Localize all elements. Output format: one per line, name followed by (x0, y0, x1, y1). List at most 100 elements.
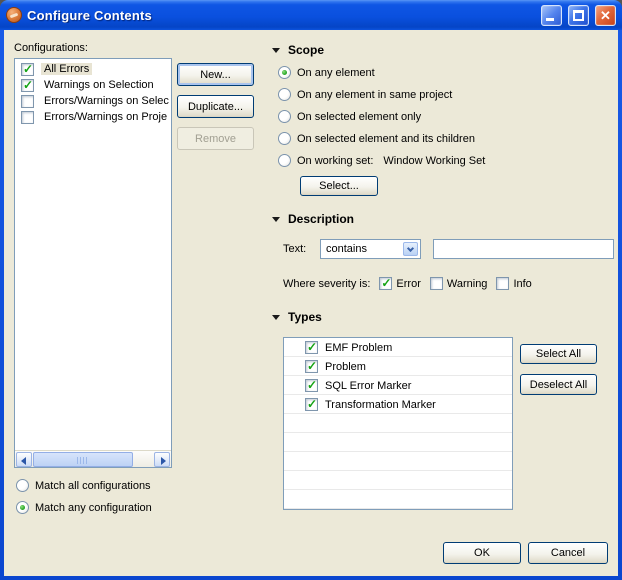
type-row[interactable]: Transformation Marker (284, 395, 512, 414)
match-any-label: Match any configuration (35, 501, 152, 514)
combo-value: contains (326, 243, 367, 255)
scope-option[interactable]: On selected element and its children (278, 131, 475, 146)
type-label: SQL Error Marker (325, 379, 412, 392)
configuration-row[interactable]: Errors/Warnings on Proje (15, 109, 171, 125)
severity-option-warning[interactable]: Warning (429, 276, 488, 291)
scroll-thumb[interactable] (33, 452, 133, 467)
scope-option-label: On selected element and its children (297, 132, 475, 145)
type-checkbox[interactable] (305, 340, 318, 354)
types-list[interactable]: EMF Problem Problem SQL Error Marker Tra… (283, 337, 513, 510)
severity-label: Where severity is: (283, 277, 371, 290)
scope-radio[interactable] (278, 88, 291, 101)
type-row[interactable]: SQL Error Marker (284, 376, 512, 395)
configurations-list[interactable]: All Errors Warnings on Selection Errors/… (14, 58, 172, 468)
scope-radio[interactable] (278, 110, 291, 123)
scope-radio[interactable] (278, 154, 291, 167)
info-checkbox[interactable] (496, 277, 510, 290)
scope-option-label: On any element (297, 66, 375, 79)
duplicate-button[interactable]: Duplicate... (177, 95, 254, 118)
configuration-row[interactable]: Warnings on Selection (15, 77, 171, 93)
cancel-button[interactable]: Cancel (528, 542, 608, 564)
scope-header-label: Scope (288, 43, 325, 57)
type-checkbox[interactable] (305, 378, 318, 392)
remove-button: Remove (177, 127, 254, 150)
configuration-label[interactable]: Errors/Warnings on Selec (41, 95, 171, 107)
ok-button[interactable]: OK (443, 542, 521, 564)
select-working-set-button[interactable]: Select... (300, 176, 378, 196)
match-all-label: Match all configurations (35, 479, 151, 492)
collapse-arrow-icon (272, 314, 280, 320)
match-any-option[interactable]: Match any configuration (16, 500, 152, 515)
combo-dropdown-button[interactable] (403, 242, 418, 256)
scope-option[interactable]: On selected element only (278, 109, 421, 124)
error-checkbox[interactable] (379, 276, 393, 290)
scroll-left-button[interactable] (16, 452, 32, 467)
configuration-row[interactable]: All Errors (15, 61, 171, 77)
contains-combo[interactable]: contains (320, 239, 421, 259)
type-row[interactable]: EMF Problem (284, 338, 512, 357)
configuration-label[interactable]: All Errors (41, 63, 93, 75)
maximize-button[interactable] (568, 4, 589, 26)
scroll-left-icon (21, 457, 26, 465)
configuration-label[interactable]: Errors/Warnings on Proje (41, 111, 170, 123)
text-label: Text: (283, 243, 307, 255)
close-icon: ✕ (600, 7, 611, 23)
type-label: EMF Problem (325, 341, 393, 354)
error-label: Error (396, 277, 421, 290)
scroll-right-icon (161, 457, 166, 465)
type-checkbox[interactable] (305, 359, 318, 373)
configuration-checkbox[interactable] (21, 62, 34, 76)
configuration-checkbox[interactable] (21, 110, 34, 124)
type-label: Transformation Marker (325, 398, 436, 411)
scope-option-working-set[interactable]: On working set: Window Working Set (278, 153, 485, 168)
configurations-label: Configurations: (14, 42, 88, 54)
scope-option[interactable]: On any element (278, 65, 375, 80)
maximize-icon (573, 9, 584, 21)
configuration-row[interactable]: Errors/Warnings on Selec (15, 93, 171, 109)
severity-option-error[interactable]: Error (379, 276, 421, 291)
scope-section-header[interactable]: Scope (272, 43, 324, 57)
deselect-all-button[interactable]: Deselect All (520, 374, 597, 395)
match-all-radio[interactable] (16, 479, 29, 492)
match-any-radio[interactable] (16, 501, 29, 514)
type-row[interactable]: Problem (284, 357, 512, 376)
filter-icon (6, 7, 22, 23)
match-all-option[interactable]: Match all configurations (16, 478, 151, 493)
titlebar[interactable]: Configure Contents ✕ (0, 0, 622, 30)
minimize-button[interactable] (541, 4, 562, 26)
description-header-label: Description (288, 212, 355, 226)
minimize-icon (546, 17, 554, 21)
scope-option-label: On selected element only (297, 110, 422, 123)
scope-option-label: On any element in same project (297, 88, 453, 101)
configuration-label[interactable]: Warnings on Selection (41, 79, 157, 91)
info-label: Info (513, 277, 532, 290)
new-button[interactable]: New... (177, 63, 254, 86)
collapse-arrow-icon (272, 216, 280, 222)
configuration-checkbox[interactable] (21, 94, 34, 108)
description-text-input[interactable] (433, 239, 614, 259)
chevron-down-icon (406, 244, 415, 253)
severity-option-info[interactable]: Info (496, 276, 532, 291)
configure-contents-dialog: Configure Contents ✕ Configurations: All… (0, 0, 622, 580)
working-set-value: Window Working Set (383, 154, 486, 167)
types-section-header[interactable]: Types (272, 310, 322, 324)
scope-option-label: On working set: (297, 154, 374, 167)
scope-radio[interactable] (278, 132, 291, 145)
scope-option[interactable]: On any element in same project (278, 87, 452, 102)
warning-label: Warning (446, 277, 488, 290)
collapse-arrow-icon (272, 47, 280, 53)
description-section-header[interactable]: Description (272, 212, 354, 226)
configuration-checkbox[interactable] (21, 78, 34, 92)
types-header-label: Types (288, 310, 322, 324)
select-all-button[interactable]: Select All (520, 344, 597, 364)
warning-checkbox[interactable] (429, 277, 443, 290)
scope-radio[interactable] (278, 66, 291, 79)
dialog-body: Configurations: All Errors Warnings on S… (4, 30, 618, 576)
type-label: Problem (325, 360, 366, 373)
horizontal-scrollbar[interactable] (15, 450, 171, 467)
window-title: Configure Contents (27, 7, 152, 23)
scroll-right-button[interactable] (154, 452, 170, 467)
type-checkbox[interactable] (305, 397, 318, 411)
close-button[interactable]: ✕ (595, 4, 616, 26)
severity-row: Where severity is: Error Warning Info (283, 276, 532, 291)
